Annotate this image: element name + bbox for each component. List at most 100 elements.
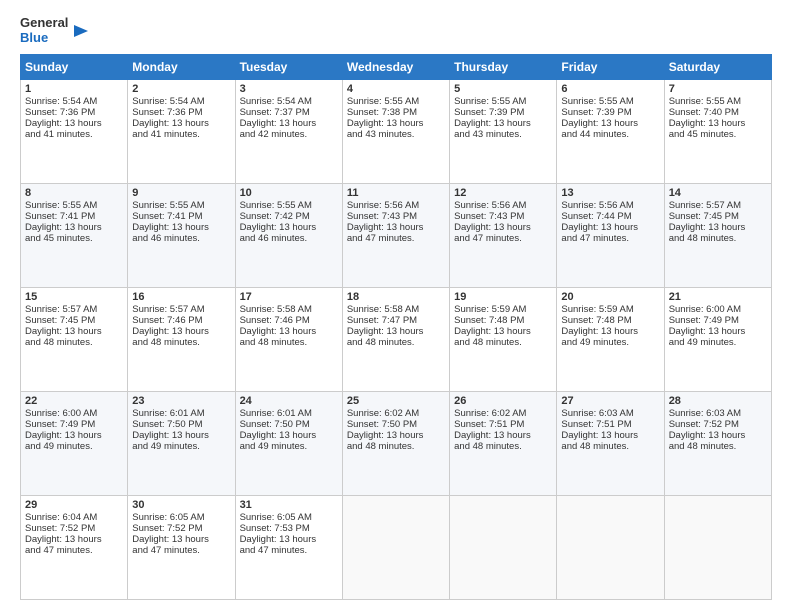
day-number: 3 xyxy=(240,83,338,95)
daylight-label: Daylight: 13 hoursand 47 minutes. xyxy=(561,222,638,244)
daylight-label: Daylight: 13 hoursand 47 minutes. xyxy=(240,534,317,556)
daylight-label: Daylight: 13 hoursand 43 minutes. xyxy=(347,118,424,140)
empty-cell xyxy=(450,495,557,599)
daylight-label: Daylight: 13 hoursand 45 minutes. xyxy=(25,222,102,244)
daylight-label: Daylight: 13 hoursand 48 minutes. xyxy=(561,430,638,452)
day-number: 23 xyxy=(132,395,230,407)
day-14: 14Sunrise: 5:57 AMSunset: 7:45 PMDayligh… xyxy=(664,183,771,287)
day-number: 6 xyxy=(561,83,659,95)
sunrise-label: Sunrise: 5:57 AM xyxy=(669,200,741,211)
day-10: 10Sunrise: 5:55 AMSunset: 7:42 PMDayligh… xyxy=(235,183,342,287)
day-26: 26Sunrise: 6:02 AMSunset: 7:51 PMDayligh… xyxy=(450,391,557,495)
logo: General Blue xyxy=(20,16,88,46)
sunset-label: Sunset: 7:41 PM xyxy=(132,211,202,222)
day-11: 11Sunrise: 5:56 AMSunset: 7:43 PMDayligh… xyxy=(342,183,449,287)
sunrise-label: Sunrise: 5:54 AM xyxy=(25,96,97,107)
sunset-label: Sunset: 7:52 PM xyxy=(132,523,202,534)
daylight-label: Daylight: 13 hoursand 48 minutes. xyxy=(669,222,746,244)
sunrise-label: Sunrise: 6:03 AM xyxy=(669,408,741,419)
sunrise-label: Sunrise: 6:01 AM xyxy=(132,408,204,419)
day-number: 17 xyxy=(240,291,338,303)
day-18: 18Sunrise: 5:58 AMSunset: 7:47 PMDayligh… xyxy=(342,287,449,391)
sunrise-label: Sunrise: 5:57 AM xyxy=(25,304,97,315)
day-number: 11 xyxy=(347,187,445,199)
day-number: 30 xyxy=(132,499,230,511)
daylight-label: Daylight: 13 hoursand 46 minutes. xyxy=(240,222,317,244)
header-monday: Monday xyxy=(128,54,235,79)
sunset-label: Sunset: 7:39 PM xyxy=(561,107,631,118)
daylight-label: Daylight: 13 hoursand 43 minutes. xyxy=(454,118,531,140)
day-22: 22Sunrise: 6:00 AMSunset: 7:49 PMDayligh… xyxy=(21,391,128,495)
sunrise-label: Sunrise: 6:04 AM xyxy=(25,512,97,523)
daylight-label: Daylight: 13 hoursand 46 minutes. xyxy=(132,222,209,244)
calendar-table: SundayMondayTuesdayWednesdayThursdayFrid… xyxy=(20,54,772,600)
daylight-label: Daylight: 13 hoursand 48 minutes. xyxy=(25,326,102,348)
calendar-week-1: 1Sunrise: 5:54 AMSunset: 7:36 PMDaylight… xyxy=(21,79,772,183)
sunrise-label: Sunrise: 6:00 AM xyxy=(25,408,97,419)
sunrise-label: Sunrise: 5:56 AM xyxy=(454,200,526,211)
header-tuesday: Tuesday xyxy=(235,54,342,79)
day-number: 18 xyxy=(347,291,445,303)
sunset-label: Sunset: 7:39 PM xyxy=(454,107,524,118)
sunrise-label: Sunrise: 6:00 AM xyxy=(669,304,741,315)
daylight-label: Daylight: 13 hoursand 49 minutes. xyxy=(25,430,102,452)
sunrise-label: Sunrise: 5:54 AM xyxy=(132,96,204,107)
sunset-label: Sunset: 7:50 PM xyxy=(240,419,310,430)
day-3: 3Sunrise: 5:54 AMSunset: 7:37 PMDaylight… xyxy=(235,79,342,183)
day-4: 4Sunrise: 5:55 AMSunset: 7:38 PMDaylight… xyxy=(342,79,449,183)
sunrise-label: Sunrise: 5:56 AM xyxy=(561,200,633,211)
day-1: 1Sunrise: 5:54 AMSunset: 7:36 PMDaylight… xyxy=(21,79,128,183)
day-number: 20 xyxy=(561,291,659,303)
sunset-label: Sunset: 7:46 PM xyxy=(240,315,310,326)
day-number: 19 xyxy=(454,291,552,303)
day-number: 10 xyxy=(240,187,338,199)
day-13: 13Sunrise: 5:56 AMSunset: 7:44 PMDayligh… xyxy=(557,183,664,287)
calendar-week-3: 15Sunrise: 5:57 AMSunset: 7:45 PMDayligh… xyxy=(21,287,772,391)
header-sunday: Sunday xyxy=(21,54,128,79)
sunset-label: Sunset: 7:53 PM xyxy=(240,523,310,534)
day-27: 27Sunrise: 6:03 AMSunset: 7:51 PMDayligh… xyxy=(557,391,664,495)
daylight-label: Daylight: 13 hoursand 49 minutes. xyxy=(132,430,209,452)
sunset-label: Sunset: 7:36 PM xyxy=(25,107,95,118)
day-number: 26 xyxy=(454,395,552,407)
empty-cell xyxy=(664,495,771,599)
sunset-label: Sunset: 7:36 PM xyxy=(132,107,202,118)
sunset-label: Sunset: 7:48 PM xyxy=(454,315,524,326)
calendar-week-4: 22Sunrise: 6:00 AMSunset: 7:49 PMDayligh… xyxy=(21,391,772,495)
sunset-label: Sunset: 7:52 PM xyxy=(25,523,95,534)
day-23: 23Sunrise: 6:01 AMSunset: 7:50 PMDayligh… xyxy=(128,391,235,495)
day-31: 31Sunrise: 6:05 AMSunset: 7:53 PMDayligh… xyxy=(235,495,342,599)
sunrise-label: Sunrise: 6:02 AM xyxy=(454,408,526,419)
daylight-label: Daylight: 13 hoursand 47 minutes. xyxy=(25,534,102,556)
day-number: 31 xyxy=(240,499,338,511)
sunset-label: Sunset: 7:40 PM xyxy=(669,107,739,118)
day-20: 20Sunrise: 5:59 AMSunset: 7:48 PMDayligh… xyxy=(557,287,664,391)
day-number: 7 xyxy=(669,83,767,95)
day-number: 24 xyxy=(240,395,338,407)
daylight-label: Daylight: 13 hoursand 41 minutes. xyxy=(132,118,209,140)
page: General Blue SundayMondayTuesdayWednesda… xyxy=(0,0,792,612)
day-19: 19Sunrise: 5:59 AMSunset: 7:48 PMDayligh… xyxy=(450,287,557,391)
day-15: 15Sunrise: 5:57 AMSunset: 7:45 PMDayligh… xyxy=(21,287,128,391)
sunrise-label: Sunrise: 5:56 AM xyxy=(347,200,419,211)
day-number: 1 xyxy=(25,83,123,95)
day-16: 16Sunrise: 5:57 AMSunset: 7:46 PMDayligh… xyxy=(128,287,235,391)
sunrise-label: Sunrise: 6:05 AM xyxy=(240,512,312,523)
daylight-label: Daylight: 13 hoursand 41 minutes. xyxy=(25,118,102,140)
sunrise-label: Sunrise: 5:55 AM xyxy=(561,96,633,107)
sunset-label: Sunset: 7:44 PM xyxy=(561,211,631,222)
day-29: 29Sunrise: 6:04 AMSunset: 7:52 PMDayligh… xyxy=(21,495,128,599)
day-number: 8 xyxy=(25,187,123,199)
day-number: 28 xyxy=(669,395,767,407)
sunrise-label: Sunrise: 5:55 AM xyxy=(347,96,419,107)
sunrise-label: Sunrise: 5:57 AM xyxy=(132,304,204,315)
sunset-label: Sunset: 7:38 PM xyxy=(347,107,417,118)
day-30: 30Sunrise: 6:05 AMSunset: 7:52 PMDayligh… xyxy=(128,495,235,599)
day-28: 28Sunrise: 6:03 AMSunset: 7:52 PMDayligh… xyxy=(664,391,771,495)
day-number: 15 xyxy=(25,291,123,303)
sunrise-label: Sunrise: 6:05 AM xyxy=(132,512,204,523)
sunrise-label: Sunrise: 5:59 AM xyxy=(561,304,633,315)
daylight-label: Daylight: 13 hoursand 47 minutes. xyxy=(347,222,424,244)
daylight-label: Daylight: 13 hoursand 47 minutes. xyxy=(132,534,209,556)
header: General Blue xyxy=(20,16,772,46)
